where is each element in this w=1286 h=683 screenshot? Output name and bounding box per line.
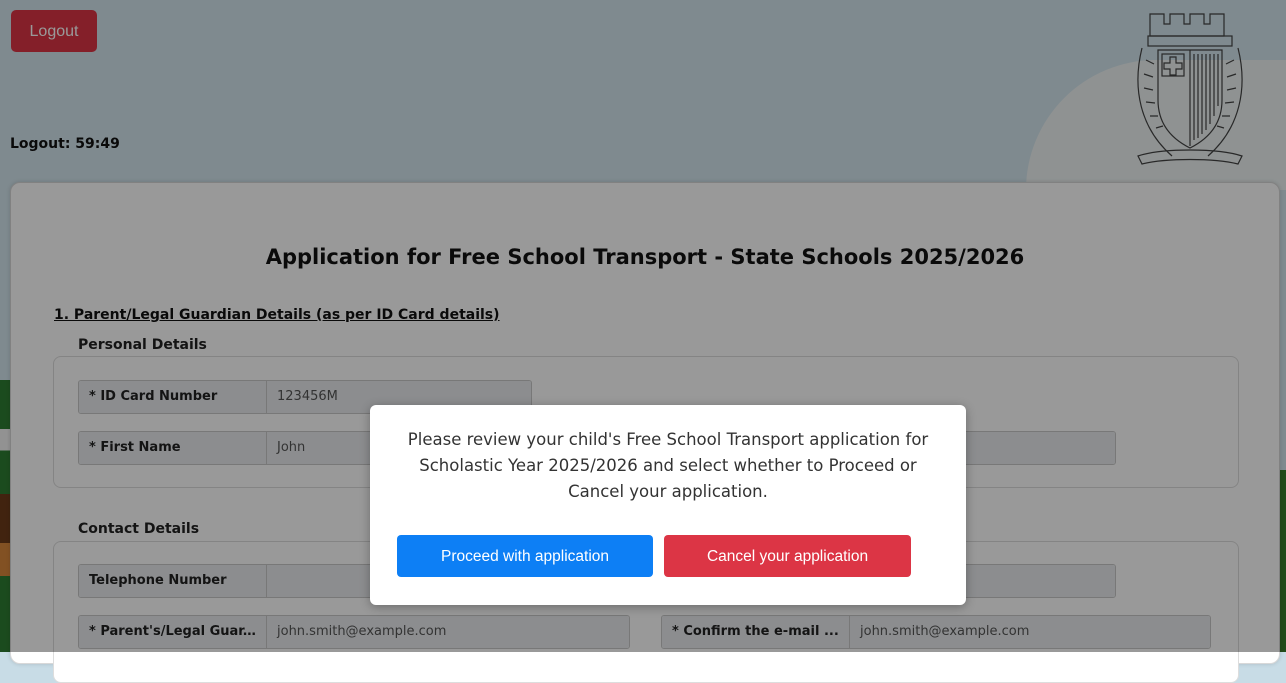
dialog-message: Please review your child's Free School T… — [407, 430, 929, 501]
proceed-button[interactable]: Proceed with application — [397, 535, 653, 577]
cancel-application-button[interactable]: Cancel your application — [664, 535, 911, 577]
confirmation-dialog: Please review your child's Free School T… — [370, 405, 966, 605]
